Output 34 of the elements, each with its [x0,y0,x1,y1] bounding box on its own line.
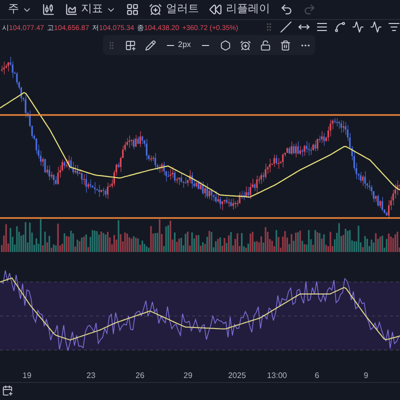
candlestick-icon[interactable] [42,3,55,16]
undo-icon[interactable] [280,3,293,16]
zigzag-icon[interactable] [370,21,382,33]
grip-icon[interactable] [107,40,116,50]
grip-icon[interactable] [264,22,274,32]
trash-icon[interactable] [280,40,291,50]
time-axis-label: 6 [314,370,320,382]
hexagon-icon[interactable] [220,40,231,50]
curve-icon[interactable] [334,21,346,33]
trend-line-icon[interactable] [280,21,292,33]
zigzag-icon[interactable] [352,21,364,33]
toolbar-button[interactable]: 리플레이 [209,1,270,18]
alarm-clock-icon[interactable] [240,40,251,50]
grid-icon[interactable] [126,3,139,16]
line-width-button[interactable]: 2px [165,39,191,51]
toolbar-dropdown[interactable]: 지표 [65,1,116,18]
rewind-icon [209,3,222,16]
list-icon[interactable] [388,21,400,33]
time-axis-label: 2025 [228,370,246,382]
toolbar-button[interactable]: 얼러트 [149,1,199,18]
time-axis-label: 29 [184,370,192,382]
toolbar-dropdown[interactable]: 주 [8,1,32,18]
time-axis-label: 26 [136,370,144,382]
pencil-icon[interactable] [145,40,156,50]
parallel-lines-icon[interactable] [316,21,328,33]
unlock-icon[interactable] [260,40,271,50]
area-chart-icon [65,3,78,16]
grid-plus-icon[interactable] [125,40,136,50]
time-axis-label: 9 [364,370,368,382]
time-axis-label: 23 [86,370,96,382]
alarm-clock-icon [149,3,162,16]
calendar-icon[interactable] [2,385,13,396]
time-axis-label: 19 [22,370,32,382]
time-axis-label: 13:00 [266,370,288,382]
